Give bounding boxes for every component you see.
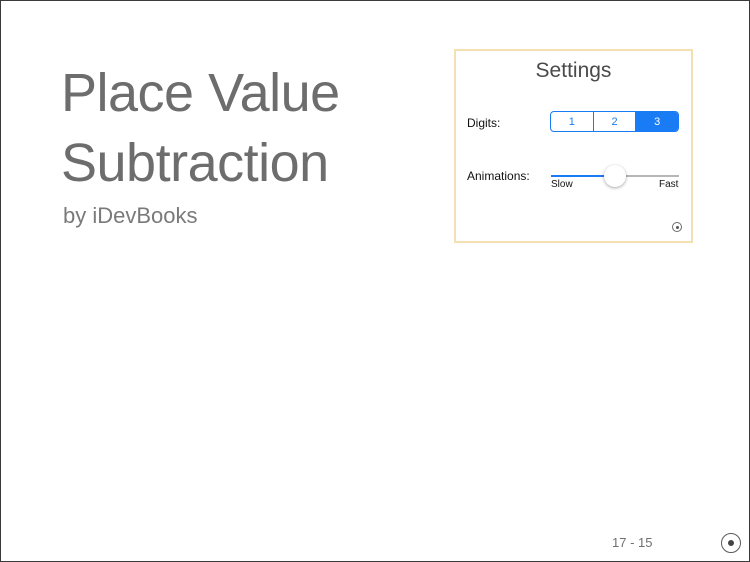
slider-max-label: Fast <box>659 179 679 190</box>
page-title: Place Value Subtraction <box>61 58 340 198</box>
digits-segmented-control: 1 2 3 <box>550 111 679 132</box>
radio-dot-icon[interactable] <box>721 533 741 553</box>
radio-dot-icon[interactable] <box>672 222 682 232</box>
title-line-1: Place Value <box>61 63 340 123</box>
digits-label: Digits: <box>467 116 501 130</box>
digits-option-1[interactable]: 1 <box>551 112 593 131</box>
animations-label: Animations: <box>467 169 530 183</box>
slider-min-label: Slow <box>551 179 573 190</box>
digits-option-3[interactable]: 3 <box>635 112 678 131</box>
slider-thumb[interactable] <box>604 165 626 187</box>
settings-panel: Settings Digits: 1 2 3 Animations: Slow … <box>454 49 693 243</box>
settings-title: Settings <box>535 59 612 82</box>
digits-option-2[interactable]: 2 <box>592 112 636 131</box>
author-byline: by iDevBooks <box>63 203 198 228</box>
title-line-2: Subtraction <box>61 133 329 193</box>
page-indicator: 17 - 15 <box>612 535 653 550</box>
